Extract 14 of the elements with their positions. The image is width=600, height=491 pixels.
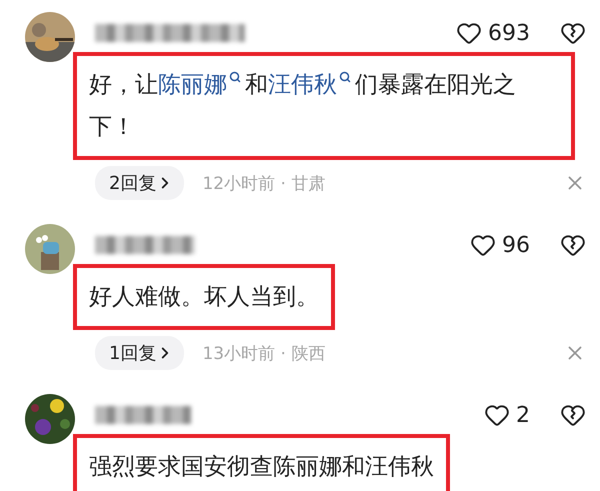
comment-text: 好人难做。坏人当到。 xyxy=(89,283,319,312)
replies-button[interactable]: 2回复 xyxy=(95,166,184,200)
comment-time: 13小时前 · 陕西 xyxy=(202,342,326,364)
search-link[interactable]: 汪伟秋 xyxy=(268,72,355,98)
search-icon xyxy=(339,71,351,84)
like-button[interactable]: 96 xyxy=(470,232,530,258)
comment-time: 12小时前 · 甘肃 xyxy=(202,172,326,194)
comment-text: 好，让陈丽娜 和汪伟秋 们暴露在阳光之下！ xyxy=(89,70,517,142)
search-icon xyxy=(229,71,241,84)
comment-text: 强烈要求国安彻查陈丽娜和汪伟秋 xyxy=(89,453,434,482)
search-link[interactable]: 陈丽娜 xyxy=(158,72,245,98)
like-button[interactable]: 2 xyxy=(484,402,530,428)
like-button[interactable]: 693 xyxy=(456,20,530,46)
replies-button[interactable]: 1回复 xyxy=(95,336,184,370)
